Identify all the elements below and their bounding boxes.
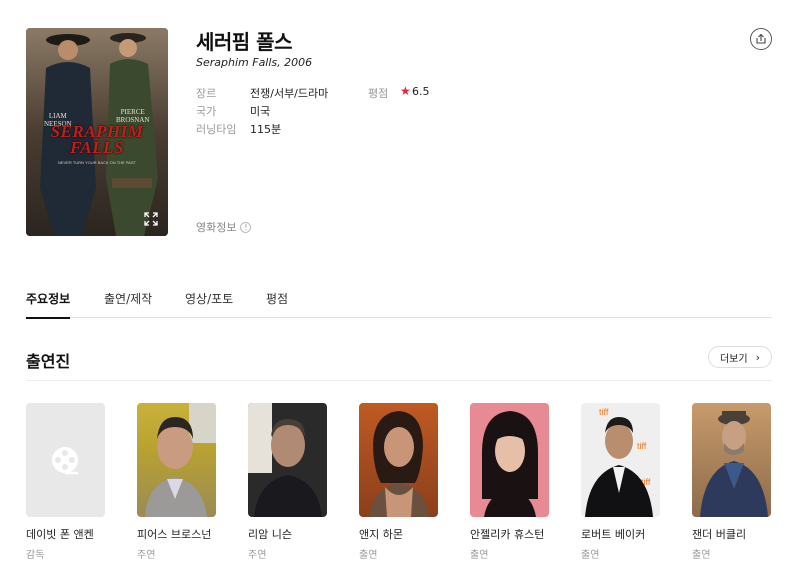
movie-title: 세러핌 폴스 bbox=[196, 30, 292, 54]
svg-text:tiff: tiff bbox=[637, 441, 647, 451]
cast-photo[interactable] bbox=[359, 403, 438, 517]
cast-name[interactable]: 피어스 브로스넌 bbox=[137, 526, 217, 542]
portrait-image bbox=[700, 411, 768, 517]
portrait-image bbox=[482, 411, 538, 517]
rating-label: 평점 bbox=[368, 87, 389, 100]
cast-photo[interactable] bbox=[248, 403, 327, 517]
info-icon: ! bbox=[240, 221, 252, 233]
cast-name[interactable]: 로버트 베이커 bbox=[581, 526, 661, 542]
runtime-label: 러닝타임 bbox=[196, 123, 237, 136]
cast-photo[interactable]: tiff tiff tiff bbox=[581, 403, 660, 517]
poster-title: SERAPHIM FALLS bbox=[26, 123, 168, 157]
poster-text: PIERCE bbox=[120, 108, 145, 116]
star-icon: ★ bbox=[400, 84, 411, 98]
cast-photo-placeholder[interactable] bbox=[26, 403, 105, 517]
cast-photo[interactable] bbox=[692, 403, 771, 517]
cast-section-title: 출연진 bbox=[26, 352, 71, 371]
poster-text: FALLS bbox=[70, 138, 124, 157]
more-button-label: 더보기 bbox=[719, 353, 748, 365]
movie-poster[interactable]: LIAM NEESON PIERCE BROSNAN SERAPHIM FALL… bbox=[26, 28, 168, 236]
poster-text: LIAM bbox=[48, 112, 67, 120]
runtime-value: 115분 bbox=[250, 123, 282, 136]
cast-role: 감독 bbox=[26, 550, 45, 561]
svg-text:tiff: tiff bbox=[599, 407, 609, 417]
movie-info-label: 영화정보 bbox=[196, 221, 237, 234]
poster-tagline: NEVER TURN YOUR BACK ON THE PAST bbox=[58, 160, 136, 165]
cast-name[interactable]: 데이빗 폰 앤켄 bbox=[26, 526, 106, 542]
cast-card[interactable]: 안젤리카 휴스턴 출연 bbox=[470, 403, 550, 561]
cast-photo[interactable] bbox=[137, 403, 216, 517]
cast-name[interactable]: 안젤리카 휴스턴 bbox=[470, 526, 550, 542]
movie-info-link[interactable]: 영화정보 ! bbox=[196, 219, 252, 235]
divider bbox=[26, 380, 772, 381]
cast-card[interactable]: 잰더 버클리 출연 bbox=[692, 403, 772, 561]
cast-role: 주연 bbox=[248, 550, 267, 561]
cast-name[interactable]: 리암 니슨 bbox=[248, 526, 328, 542]
rating-value: 6.5 bbox=[412, 85, 430, 98]
tab-video-photo[interactable]: 영상/포토 bbox=[185, 290, 233, 317]
genre-value: 전쟁/서부/드라마 bbox=[250, 87, 329, 100]
portrait-image bbox=[248, 403, 322, 517]
movie-original-title: Seraphim Falls, 2006 bbox=[196, 56, 313, 69]
country-value: 미국 bbox=[250, 105, 271, 118]
more-button[interactable]: 더보기 › bbox=[708, 346, 772, 368]
cast-card[interactable]: 리암 니슨 주연 bbox=[248, 403, 328, 561]
film-reel-icon bbox=[52, 447, 78, 475]
genre-label: 장르 bbox=[196, 87, 217, 100]
cast-role: 출연 bbox=[359, 550, 378, 561]
expand-icon[interactable] bbox=[142, 210, 160, 228]
cast-role: 주연 bbox=[137, 550, 156, 561]
tab-cast-crew[interactable]: 출연/제작 bbox=[104, 290, 152, 317]
cast-role: 출연 bbox=[692, 550, 711, 561]
cast-role: 출연 bbox=[470, 550, 489, 561]
portrait-image bbox=[369, 411, 429, 517]
cast-name[interactable]: 앤지 하몬 bbox=[359, 526, 439, 542]
chevron-right-icon: › bbox=[755, 350, 760, 364]
cast-name[interactable]: 잰더 버클리 bbox=[692, 526, 772, 542]
share-button[interactable] bbox=[750, 28, 772, 50]
tab-main-info[interactable]: 주요정보 bbox=[26, 290, 71, 319]
cast-card[interactable]: tiff tiff tiff 로버트 베이커 출연 bbox=[581, 403, 661, 561]
country-label: 국가 bbox=[196, 105, 217, 118]
cast-card[interactable]: 앤지 하몬 출연 bbox=[359, 403, 439, 561]
cast-role: 출연 bbox=[581, 550, 600, 561]
portrait-image: tiff tiff tiff bbox=[585, 407, 653, 517]
tab-rating[interactable]: 평점 bbox=[266, 290, 288, 317]
share-icon bbox=[756, 33, 766, 44]
tab-bar: 주요정보 출연/제작 영상/포토 평점 bbox=[26, 286, 772, 319]
cast-card[interactable]: 데이빗 폰 앤켄 감독 bbox=[26, 403, 106, 561]
portrait-image bbox=[145, 403, 216, 517]
cast-card[interactable]: 피어스 브로스넌 주연 bbox=[137, 403, 217, 561]
cast-photo[interactable] bbox=[470, 403, 549, 517]
